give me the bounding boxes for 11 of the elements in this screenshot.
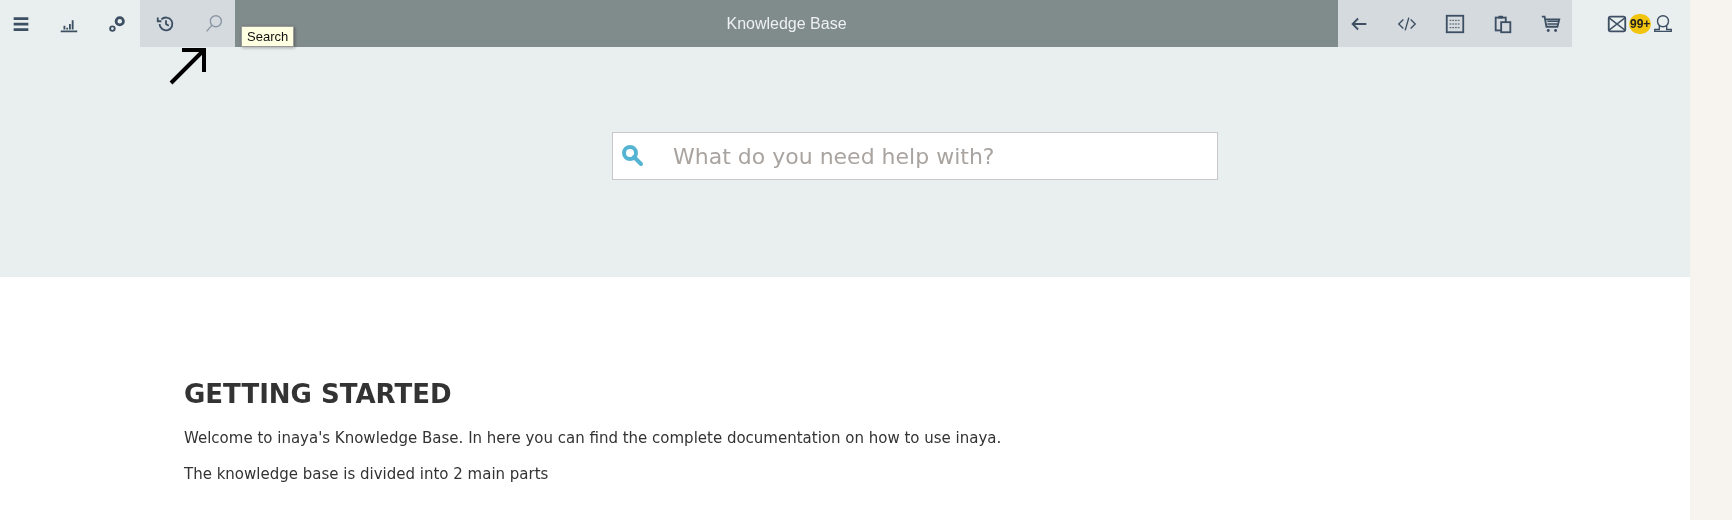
search-field[interactable]: What do you need help with? xyxy=(612,132,1218,180)
window-title: Knowledge Base xyxy=(726,14,847,33)
annotation-arrow xyxy=(168,46,208,86)
notification-badge: 99+ xyxy=(1629,13,1652,34)
article-heading: GETTING STARTED xyxy=(184,378,453,410)
user-icon[interactable] xyxy=(1652,12,1675,35)
tooltip: Search xyxy=(241,26,295,47)
search-icon xyxy=(621,144,645,168)
grid-icon[interactable] xyxy=(1444,12,1466,35)
paragraph: Welcome to inaya's Knowledge Base. In here you can find the complete documentation on how to use inaya. xyxy=(184,428,1003,449)
paragraph: The knowledge base is divided into 2 main parts xyxy=(184,464,550,485)
